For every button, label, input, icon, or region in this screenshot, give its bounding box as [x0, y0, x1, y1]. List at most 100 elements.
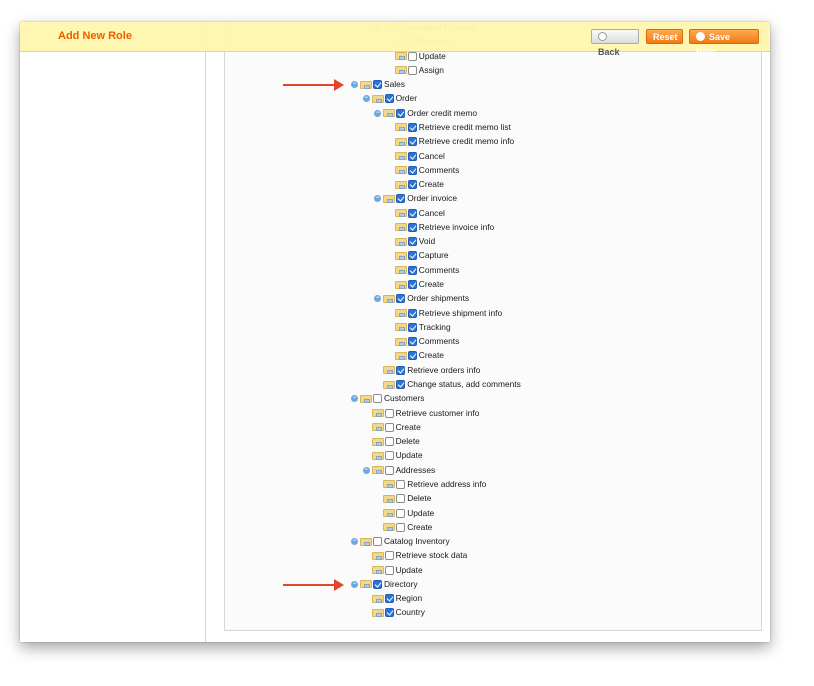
collapse-toggle-icon[interactable]: − — [351, 538, 358, 546]
tree-node-label: Delete — [395, 436, 420, 447]
tree-node[interactable]: − Catalog Inventory — [351, 535, 450, 548]
resource-checkbox[interactable] — [407, 151, 417, 161]
resource-checkbox[interactable] — [407, 251, 417, 261]
folder-icon — [383, 194, 396, 203]
tree-node[interactable]: − Order — [362, 92, 417, 105]
tree-node[interactable]: Tracking — [386, 321, 451, 334]
resource-checkbox[interactable] — [407, 222, 417, 232]
tree-node[interactable]: − Order credit memo — [374, 107, 477, 120]
resource-checkbox[interactable] — [407, 237, 417, 247]
resource-checkbox[interactable] — [384, 437, 394, 447]
save-role-button[interactable]: Save Role — [689, 29, 759, 57]
tree-node[interactable]: Retrieve shipment info — [386, 307, 502, 320]
resource-checkbox[interactable] — [396, 479, 406, 489]
tree-node[interactable]: Cancel — [386, 150, 445, 163]
collapse-toggle-icon[interactable]: − — [351, 580, 358, 588]
resource-checkbox[interactable] — [384, 608, 394, 618]
tree-node[interactable]: Change status, add comments — [374, 378, 521, 391]
resource-checkbox[interactable] — [396, 108, 406, 118]
tree-node[interactable]: − Sales — [351, 78, 405, 91]
back-button[interactable]: Back — [591, 29, 639, 57]
resource-checkbox[interactable] — [396, 522, 406, 532]
collapse-toggle-icon[interactable]: − — [362, 95, 370, 103]
tree-node[interactable]: Retrieve invoice info — [386, 221, 494, 234]
collapse-toggle-icon[interactable]: − — [374, 195, 382, 203]
tree-node[interactable]: Cancel — [386, 207, 445, 220]
tree-node[interactable]: Create — [386, 349, 444, 362]
resource-checkbox[interactable] — [407, 51, 417, 61]
tree-node[interactable]: − Order invoice — [374, 192, 457, 205]
resource-checkbox[interactable] — [407, 180, 417, 190]
tree-node[interactable]: Comments — [386, 264, 459, 277]
resource-checkbox[interactable] — [407, 308, 417, 318]
resource-checkbox[interactable] — [396, 365, 406, 375]
collapse-toggle-icon[interactable]: − — [374, 109, 382, 117]
tree-node[interactable]: − Directory — [351, 578, 418, 591]
tree-node[interactable]: Retrieve customer info — [363, 407, 479, 420]
tree-node[interactable]: Update — [363, 564, 423, 577]
tree-node[interactable]: Retrieve stock data — [363, 549, 467, 562]
collapse-toggle-icon[interactable]: − — [351, 395, 358, 403]
tree-node[interactable]: Comments — [386, 335, 459, 348]
tree-node[interactable]: − Customers — [351, 392, 425, 405]
tree-node[interactable]: Retrieve credit memo info — [386, 135, 514, 148]
resource-checkbox[interactable] — [396, 508, 406, 518]
resource-checkbox[interactable] — [396, 380, 406, 389]
tree-node[interactable]: Comments — [386, 164, 460, 177]
collapse-toggle-icon[interactable]: − — [362, 466, 370, 474]
resource-checkbox[interactable] — [407, 351, 417, 361]
tree-node[interactable]: Assign — [386, 64, 444, 77]
folder-icon — [371, 437, 384, 446]
resource-checkbox[interactable] — [384, 451, 394, 461]
resource-checkbox[interactable] — [407, 208, 417, 218]
resource-checkbox[interactable] — [407, 137, 417, 147]
tree-node[interactable]: − Order shipments — [374, 292, 469, 305]
tree-node[interactable]: − Addresses — [362, 464, 435, 477]
resource-checkbox[interactable] — [396, 494, 406, 504]
resource-checkbox[interactable] — [373, 579, 382, 589]
tree-node[interactable]: Create — [374, 521, 432, 534]
resource-checkbox[interactable] — [407, 280, 417, 290]
tree-node[interactable]: Delete — [374, 492, 431, 505]
tree-node[interactable]: Retrieve address info — [374, 478, 486, 491]
tree-node[interactable]: Create — [386, 178, 444, 191]
tree-node[interactable]: Retrieve credit memo list — [386, 121, 511, 134]
resource-checkbox[interactable] — [384, 94, 394, 104]
resource-checkbox[interactable] — [373, 80, 382, 90]
tree-node-label: Cancel — [418, 150, 445, 161]
resource-checkbox[interactable] — [373, 537, 382, 547]
tree-node[interactable]: Create — [363, 421, 421, 434]
tree-node[interactable]: Region — [363, 592, 422, 605]
tree-node[interactable]: Retrieve orders info — [374, 364, 480, 377]
resource-checkbox[interactable] — [396, 194, 406, 204]
resource-checkbox[interactable] — [373, 394, 382, 404]
folder-icon — [394, 337, 407, 346]
resource-checkbox[interactable] — [384, 551, 394, 561]
tree-node[interactable]: Update — [363, 449, 423, 462]
resource-checkbox[interactable] — [407, 122, 417, 132]
folder-icon — [383, 509, 396, 518]
tree-node[interactable]: Create — [386, 278, 444, 291]
resource-checkbox[interactable] — [407, 322, 417, 332]
collapse-toggle-icon[interactable]: − — [374, 295, 382, 303]
tree-node-label: Comments — [418, 164, 460, 175]
resource-checkbox[interactable] — [384, 594, 394, 604]
tree-node[interactable]: Country — [363, 606, 425, 619]
resource-checkbox[interactable] — [407, 265, 417, 275]
resource-checkbox[interactable] — [384, 408, 394, 418]
resource-checkbox[interactable] — [407, 165, 417, 175]
reset-button[interactable]: Reset — [646, 29, 683, 44]
tree-node-label: Retrieve invoice info — [418, 221, 495, 232]
tree-node[interactable]: Delete — [363, 435, 420, 448]
tree-node[interactable]: Void — [386, 235, 435, 248]
resource-checkbox[interactable] — [384, 565, 394, 575]
resource-checkbox[interactable] — [384, 422, 394, 432]
tree-node[interactable]: Capture — [386, 249, 449, 262]
folder-icon — [394, 237, 407, 246]
collapse-toggle-icon[interactable]: − — [351, 81, 358, 89]
resource-checkbox[interactable] — [384, 465, 394, 475]
resource-checkbox[interactable] — [407, 65, 417, 75]
tree-node[interactable]: Update — [374, 507, 434, 520]
resource-checkbox[interactable] — [407, 337, 417, 347]
resource-checkbox[interactable] — [396, 294, 406, 304]
